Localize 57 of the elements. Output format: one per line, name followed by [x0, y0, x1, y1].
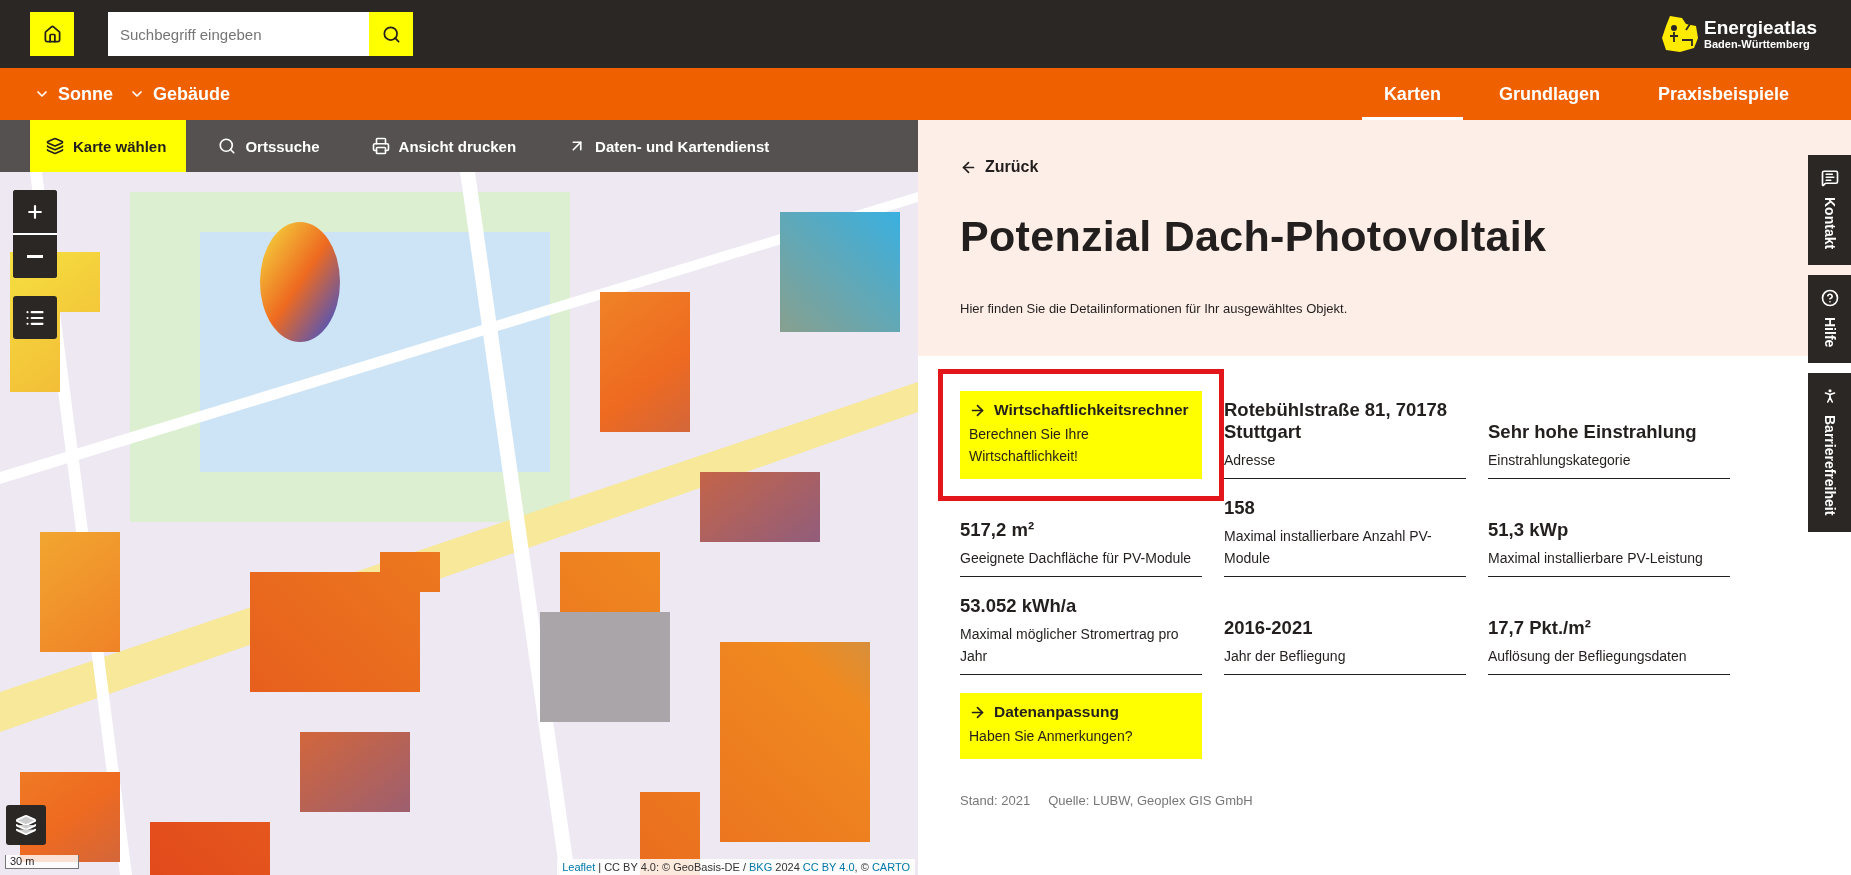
action-text: Berechnen Sie Ihre Wirtschaftlichkeit!	[969, 425, 1090, 466]
side-tab[interactable]: Hilfe	[1808, 275, 1851, 364]
action-card[interactable]: Wirtschaftlichkeitsrechner Berechnen Sie Ihre Wirtschaftlichkeit!	[960, 391, 1202, 479]
info-label: Einstrahlungskategorie	[1488, 451, 1632, 470]
info-value: Sehr hohe Einstrahlung	[1488, 421, 1698, 443]
attribution-link[interactable]: CARTO	[871, 861, 910, 873]
layers-icon	[46, 137, 64, 155]
logo-subtitle: Baden-Württemberg	[1704, 37, 1810, 50]
search-icon	[218, 137, 237, 155]
info-label: Maximal installierbare Anzahl PV-Module	[1224, 527, 1433, 568]
attribution-link[interactable]: CC BY 4.0	[802, 861, 855, 873]
legend-button[interactable]	[13, 296, 57, 339]
printer-icon	[371, 137, 390, 155]
source-note: Stand: 2021	[960, 793, 1031, 808]
info-label: Jahr der Befliegung	[1224, 647, 1347, 666]
attribution-link[interactable]: BKG	[749, 861, 773, 873]
toolbar-button[interactable]: Karte wählen	[30, 120, 187, 172]
info-value: Rotebühlstraße 81, 70178 Stuttgart	[1224, 399, 1449, 443]
info-value: 2016-2021	[1224, 617, 1314, 639]
side-tab[interactable]: Barrierefreiheit	[1808, 373, 1851, 532]
layers-button[interactable]	[6, 805, 46, 845]
search-button[interactable]	[369, 12, 413, 56]
home-icon	[42, 24, 62, 44]
info-label: Geeignete Dachfläche für PV-Module	[960, 549, 1193, 568]
action-title: Datenanpassung	[994, 703, 1119, 721]
attribution: Leaflet | CC BY 4.0: © GeoBasis-DE / BKG 2024 CC BY 4.0, © CARTO	[557, 859, 915, 875]
help-icon	[1820, 289, 1839, 308]
toolbar-button[interactable]: Ansicht drucken	[355, 120, 537, 172]
side-tab[interactable]: Kontakt	[1808, 155, 1851, 266]
message-icon	[1820, 169, 1839, 187]
search-icon	[381, 24, 401, 44]
logo-icon	[1660, 14, 1700, 54]
info-value: 158	[1224, 497, 1256, 519]
info-value: 517,2 m²	[960, 519, 1036, 541]
toolbar-button[interactable]: Daten- und Kartendienst	[552, 120, 790, 172]
info-value: 53.052 kWh/a	[960, 595, 1078, 617]
action-text: Haben Sie Anmerkungen?	[969, 727, 1134, 746]
info-label: Adresse	[1224, 451, 1277, 470]
back-link[interactable]: Zurück	[960, 158, 1039, 176]
search-field[interactable]: Suchbegriff eingeben	[108, 12, 369, 56]
minus-icon	[27, 255, 43, 258]
toolbar-button[interactable]: Ortssuche	[202, 120, 340, 172]
attribution-link[interactable]: Leaflet	[562, 861, 596, 873]
page-title: Potenzial Dach-Photovoltaik	[960, 212, 1547, 261]
intro-text: Hier finden Sie die Detailinformationen für Ihr ausgewähltes Objekt.	[960, 301, 1348, 316]
source-note: Quelle: LUBW, Geoplex GIS GmbH	[1048, 793, 1253, 808]
info-label: Maximal installierbare PV-Leistung	[1488, 549, 1704, 568]
info-value: 51,3 kWp	[1488, 519, 1570, 541]
info-label: Maximal möglicher Stromertrag pro Jahr	[960, 625, 1180, 666]
scale-bar: 30 m	[5, 855, 79, 869]
action-title: Wirtschaftlichkeitsrechner	[994, 401, 1189, 419]
home-button[interactable]	[30, 12, 74, 56]
info-label: Auflösung der Befliegungsdaten	[1488, 647, 1688, 666]
layers-icon	[15, 814, 37, 836]
info-value: 17,7 Pkt./m²	[1488, 617, 1592, 639]
logo-title: Energieatlas	[1704, 18, 1817, 38]
action-card[interactable]: Datenanpassung Haben Sie Anmerkungen?	[960, 693, 1202, 759]
